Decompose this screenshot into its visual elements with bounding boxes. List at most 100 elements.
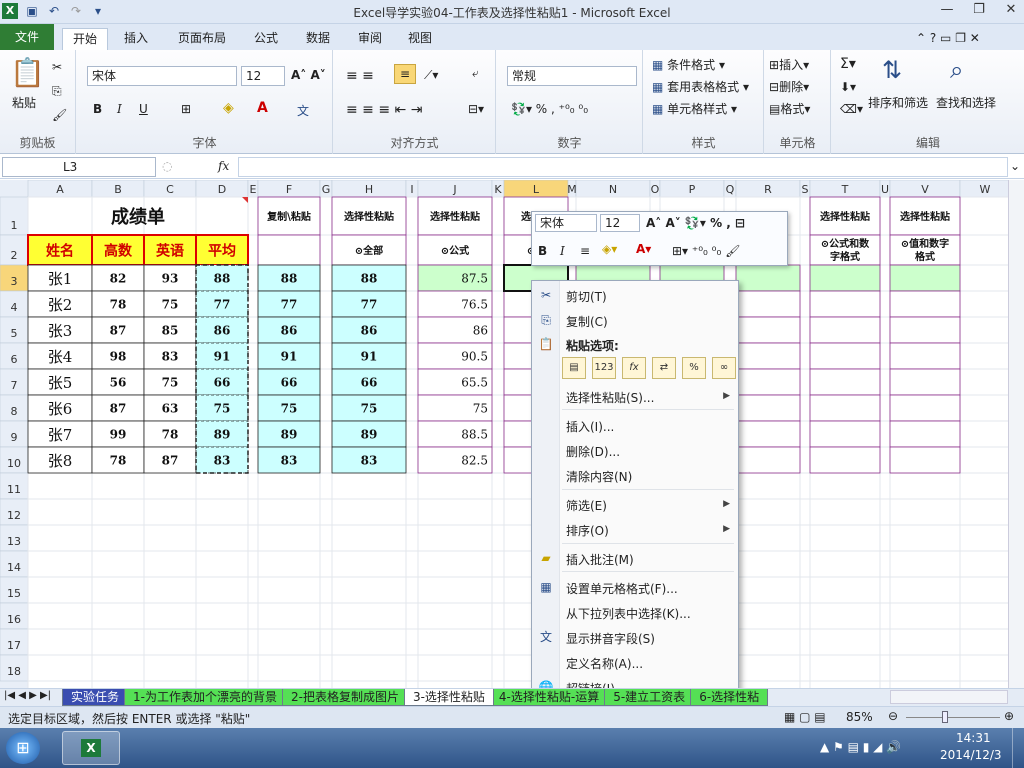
tab-review[interactable]: 审阅 <box>348 28 392 50</box>
align-left-icon[interactable]: ≡ ≡ ≡ ⇤ ⇥ <box>346 102 422 118</box>
font-color-icon[interactable]: A <box>257 100 268 116</box>
border-icon[interactable]: ⊞ <box>181 102 191 116</box>
format-painter-icon[interactable]: 🖌 <box>52 108 67 122</box>
mini-size-box[interactable]: 12 <box>600 214 640 232</box>
target-cell[interactable] <box>889 290 961 318</box>
target-cell[interactable] <box>809 368 881 396</box>
vertical-scrollbar[interactable] <box>1008 180 1024 688</box>
target-cell[interactable] <box>735 368 801 396</box>
menu-insert-comment[interactable]: 插入批注(M) <box>566 551 634 568</box>
tab-home[interactable]: 开始 <box>62 28 109 50</box>
currency-icon[interactable]: 💱▾ % , ⁺⁰₀ ⁰₀ <box>511 102 588 116</box>
menu-copy[interactable]: 复制(C) <box>566 313 608 330</box>
paste-formatting-icon[interactable]: % <box>682 357 706 379</box>
menu-insert[interactable]: 插入(I)... <box>566 418 614 435</box>
minimize-icon[interactable]: — <box>938 2 956 17</box>
menu-pick-from-list[interactable]: 从下拉列表中选择(K)... <box>566 605 691 622</box>
paste-values-icon[interactable]: 123 <box>592 357 616 379</box>
zoom-thumb[interactable] <box>942 711 948 723</box>
sheet-tab[interactable]: 6-选择性粘 <box>690 689 769 706</box>
paste-all-icon[interactable]: ▤ <box>562 357 586 379</box>
tab-view[interactable]: 视图 <box>398 28 442 50</box>
zoom-in-icon[interactable]: ⊕ <box>1004 709 1014 723</box>
sort-filter-icon[interactable]: ⇅ <box>882 56 902 84</box>
menu-cut[interactable]: 剪切(T) <box>566 288 607 305</box>
insert-cells-button[interactable]: ⊞插入▾ <box>769 56 809 73</box>
sheet-nav-icon[interactable]: |◀ ◀ ▶ ▶| <box>4 690 51 701</box>
sheet-tab[interactable]: 1-为工作表加个漂亮的背景 <box>124 689 286 706</box>
worksheet-grid[interactable]: A B C D E F G H I J K L M N O P Q R S T U V W 1 2 3 4 5 6 7 8 9 10 11 12 13… <box>0 180 1008 688</box>
target-cell[interactable] <box>809 394 881 422</box>
mini-font-box[interactable]: 宋体 <box>535 214 597 232</box>
target-cell[interactable] <box>735 316 801 344</box>
clear-icon[interactable]: ⌫▾ <box>840 102 863 116</box>
start-button-icon[interactable]: ⊞ <box>6 732 40 764</box>
zoom-out-icon[interactable]: ⊖ <box>888 709 898 723</box>
menu-delete[interactable]: 删除(D)... <box>566 443 620 460</box>
cut-icon[interactable]: ✂ <box>52 60 62 74</box>
target-cell[interactable] <box>809 420 881 448</box>
format-as-table-button[interactable]: ▦ 套用表格格式 ▾ <box>652 78 749 95</box>
find-select-button[interactable]: 查找和选择 <box>936 94 996 111</box>
tab-file[interactable]: 文件 <box>0 24 54 50</box>
font-name-box[interactable]: 宋体 <box>87 66 237 86</box>
delete-cells-button[interactable]: ⊟删除▾ <box>769 78 809 95</box>
target-cell[interactable] <box>735 394 801 422</box>
align-middle-icon[interactable]: ≡ <box>394 64 416 84</box>
name-box-dropdown-icon[interactable]: ◌ <box>162 159 172 173</box>
target-cell[interactable] <box>809 446 881 474</box>
target-cell[interactable] <box>889 394 961 422</box>
horizontal-scrollbar[interactable] <box>890 690 1008 704</box>
menu-format-cells[interactable]: 设置单元格格式(F)... <box>566 580 678 597</box>
fill-icon[interactable]: ⬇▾ <box>840 80 856 94</box>
menu-clear[interactable]: 清除内容(N) <box>566 468 632 485</box>
find-select-icon[interactable]: ⌕ <box>950 56 963 84</box>
expand-formula-icon[interactable]: ⌄ <box>1010 159 1020 173</box>
autosum-icon[interactable]: Σ▾ <box>840 56 856 72</box>
target-cell[interactable] <box>889 342 961 370</box>
target-cell[interactable] <box>809 316 881 344</box>
tab-formulas[interactable]: 公式 <box>244 28 288 50</box>
excel-taskbar-icon[interactable]: X <box>62 731 120 765</box>
target-cell[interactable] <box>735 290 801 318</box>
target-cell[interactable] <box>809 264 881 292</box>
formula-input[interactable] <box>238 157 1008 177</box>
tab-insert[interactable]: 插入 <box>114 28 158 50</box>
target-cell[interactable] <box>889 368 961 396</box>
mini-font-color-icon[interactable]: A▾ <box>636 242 651 256</box>
menu-phonetic[interactable]: 显示拼音字段(S) <box>566 630 655 647</box>
sheet-tab[interactable]: 5-建立工资表 <box>604 689 695 706</box>
paste-icon[interactable]: 📋 <box>10 56 45 89</box>
tray-icons[interactable]: ▲ ⚑ ▤ ▮ ◢ 🔊 <box>820 740 901 754</box>
target-cell[interactable] <box>889 420 961 448</box>
bold-icon[interactable]: B <box>93 102 102 116</box>
target-cell[interactable] <box>889 446 961 474</box>
mini-grow-font-icon[interactable]: A˄ A˅ 💱▾ % , ⊟ <box>646 216 745 230</box>
help-icon[interactable]: ⌃ ? ▭ ❐ ✕ <box>916 28 980 50</box>
copy-icon[interactable]: ⎘ <box>52 84 62 99</box>
show-desktop-button[interactable] <box>1012 728 1024 768</box>
sheet-tab[interactable]: 实验任务 <box>62 689 129 706</box>
fill-color-icon[interactable]: ◈ <box>223 100 234 116</box>
close-icon[interactable]: ✕ <box>1002 2 1020 17</box>
menu-filter[interactable]: 筛选(E) <box>566 497 607 514</box>
merge-center-icon[interactable]: ⊟▾ <box>468 102 484 116</box>
grow-font-icon[interactable]: A˄ A˅ <box>291 68 326 82</box>
target-cell[interactable] <box>735 420 801 448</box>
paste-transpose-icon[interactable]: ⇄ <box>652 357 676 379</box>
paste-link-icon[interactable]: ∞ <box>712 357 736 379</box>
target-cell[interactable] <box>735 342 801 370</box>
target-cell[interactable] <box>889 316 961 344</box>
target-cell[interactable] <box>889 264 961 292</box>
menu-define-name[interactable]: 定义名称(A)... <box>566 655 643 672</box>
sheet-tab[interactable]: 4-选择性粘贴-运算 <box>489 689 609 706</box>
zoom-slider[interactable] <box>906 717 1000 718</box>
align-top-icon[interactable]: ≡ ≡ <box>346 68 374 84</box>
underline-icon[interactable]: U <box>139 102 148 116</box>
font-size-box[interactable]: 12 <box>241 66 285 86</box>
mini-center-icon[interactable]: ≡ <box>580 244 590 258</box>
mini-border-icon[interactable]: ⊞▾ ⁺⁰₀ ⁰₀ 🖌 <box>672 244 740 258</box>
name-box[interactable]: L3 <box>2 157 156 177</box>
target-cell[interactable] <box>735 264 801 292</box>
cell-styles-button[interactable]: ▦ 单元格样式 ▾ <box>652 100 737 117</box>
